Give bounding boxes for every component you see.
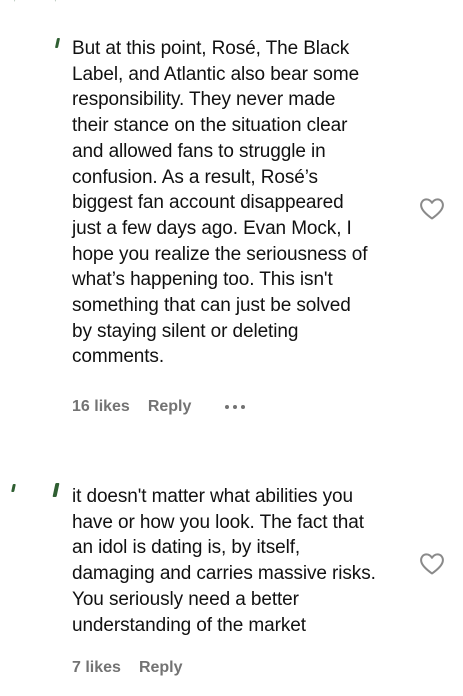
likes-count[interactable]: 7 likes xyxy=(72,659,121,677)
reply-button[interactable]: Reply xyxy=(148,398,192,416)
likes-count[interactable]: 16 likes xyxy=(72,398,130,416)
heart-outline-icon xyxy=(420,198,444,220)
comment-text: it doesn't matter what abilities you hav… xyxy=(72,486,376,636)
like-button[interactable] xyxy=(419,552,445,576)
like-button[interactable] xyxy=(419,197,445,221)
avatar-partial xyxy=(14,0,56,10)
comment-item: But at this point, Rosé, The Black Label… xyxy=(72,36,422,370)
decorative-mark xyxy=(11,484,16,492)
heart-outline-icon xyxy=(420,553,444,575)
comment-item: it doesn't matter what abilities you hav… xyxy=(72,484,422,638)
comment-meta: 7 likes Reply xyxy=(72,659,215,677)
comment-text: But at this point, Rosé, The Black Label… xyxy=(72,38,368,368)
more-options-icon[interactable] xyxy=(223,401,247,413)
decorative-mark xyxy=(54,38,61,48)
comment-meta: 16 likes Reply xyxy=(72,398,247,416)
decorative-mark xyxy=(52,483,60,497)
reply-button[interactable]: Reply xyxy=(139,659,183,677)
